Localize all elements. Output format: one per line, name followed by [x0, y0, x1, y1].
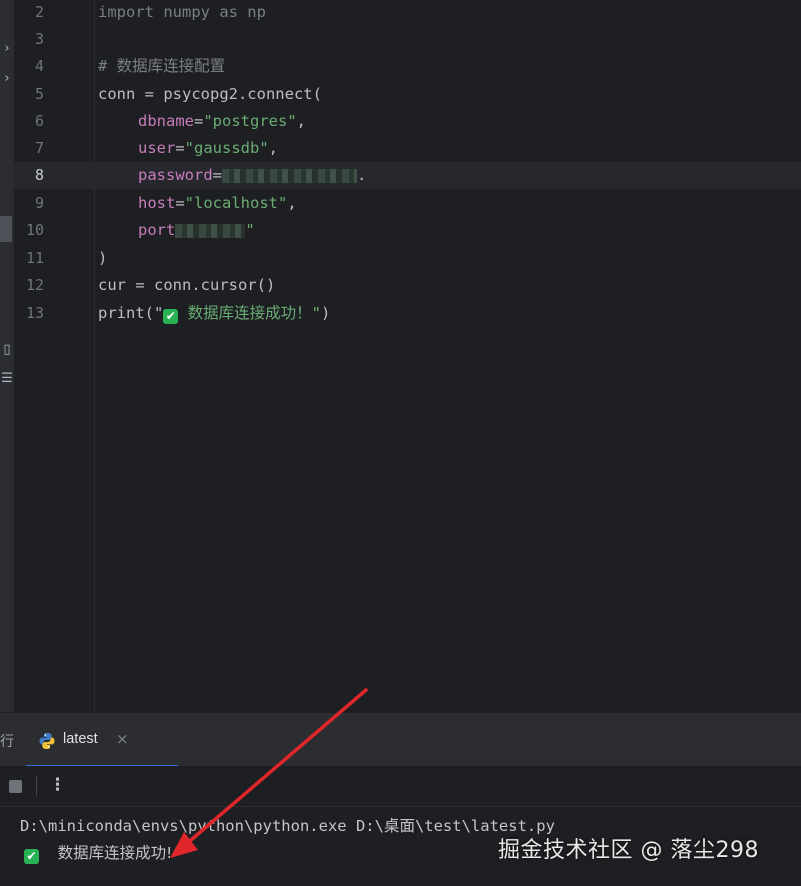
- string-literal: "localhost": [184, 194, 288, 212]
- line-number: 6: [34, 112, 44, 130]
- tab-run-label[interactable]: 行: [0, 731, 14, 751]
- chevron-right-icon[interactable]: ›: [0, 72, 14, 86]
- ide-window: › › ▯ ☰ 2 import numpy as np 3 4 # 数据库连接…: [0, 0, 801, 886]
- tab-label: latest: [63, 731, 98, 747]
- close-icon[interactable]: ×: [116, 730, 129, 748]
- tab-latest[interactable]: latest ×: [26, 713, 178, 767]
- code-text: import numpy as np: [98, 3, 266, 21]
- param-name: host: [138, 194, 176, 212]
- line-number: 8: [34, 166, 44, 184]
- code-text: port ": [138, 217, 255, 244]
- code-line: 3: [14, 26, 801, 53]
- run-toolbar: ⋮: [0, 766, 801, 807]
- python-icon: [39, 733, 55, 749]
- operator: =: [194, 112, 204, 130]
- punctuation: ,: [287, 194, 297, 212]
- function-call: print(": [98, 304, 164, 322]
- scroll-marker: [0, 216, 12, 242]
- code-text: password=.: [138, 162, 366, 189]
- code-line: 13 print(" ✔ 数据库连接成功！"): [14, 300, 801, 327]
- check-mark-icon: ✔: [163, 309, 179, 324]
- code-text: host="localhost",: [138, 190, 297, 217]
- code-text: dbname="postgres",: [138, 108, 306, 135]
- string-literal: "gaussdb": [184, 139, 269, 157]
- line-number: 10: [25, 221, 44, 239]
- string-literal: "postgres": [203, 112, 297, 130]
- more-options-icon[interactable]: ⋮: [49, 775, 66, 795]
- line-number: 7: [34, 139, 44, 157]
- code-text: user="gaussdb",: [138, 135, 278, 162]
- code-text: cur = conn.cursor(): [98, 276, 276, 294]
- run-panel-tabbar: 行 latest ×: [0, 712, 801, 767]
- code-line-current: 8 password=.: [14, 162, 801, 189]
- code-line: 12 cur = conn.cursor(): [14, 272, 801, 299]
- check-mark-icon: ✔: [24, 849, 39, 864]
- line-number: 4: [34, 57, 44, 75]
- console-output-text: 数据库连接成功!: [57, 844, 173, 862]
- code-text: conn = psycopg2.connect(: [98, 85, 322, 103]
- chevron-right-icon[interactable]: ›: [0, 42, 14, 56]
- param-name: user: [138, 139, 176, 157]
- code-line: 5 conn = psycopg2.connect(: [14, 81, 801, 108]
- code-line: 4 # 数据库连接配置: [14, 53, 801, 80]
- console-command: D:\miniconda\envs\python\python.exe D:\桌…: [20, 817, 555, 835]
- bookmarks-icon[interactable]: ▯: [0, 343, 14, 357]
- code-line: 2 import numpy as np: [14, 0, 801, 26]
- toolbar-divider: [36, 776, 37, 796]
- structure-icon[interactable]: ☰: [0, 372, 14, 386]
- operator: =: [175, 194, 185, 212]
- line-number: 11: [25, 249, 44, 267]
- code-comment: # 数据库连接配置: [98, 57, 226, 75]
- code-line: 9 host="localhost",: [14, 190, 801, 217]
- watermark-text: 掘金技术社区 @ 落尘298: [498, 838, 759, 863]
- operator: =: [175, 139, 185, 157]
- param-name: port: [138, 221, 176, 239]
- stop-icon[interactable]: [9, 780, 22, 793]
- code-text: print(" ✔ 数据库连接成功！"): [98, 300, 330, 327]
- code-line: 7 user="gaussdb",: [14, 135, 801, 162]
- left-tool-strip: › › ▯ ☰: [0, 0, 14, 712]
- redacted-value: [222, 168, 357, 183]
- code-editor[interactable]: 2 import numpy as np 3 4 # 数据库连接配置 5 con…: [14, 0, 801, 712]
- punctuation: ): [321, 304, 331, 322]
- code-line: 10 port ": [14, 217, 801, 244]
- punctuation: .: [357, 166, 367, 184]
- console-output: ✔ 数据库连接成功!: [24, 841, 172, 864]
- string-literal: ": [245, 221, 255, 239]
- param-name: dbname: [138, 112, 194, 130]
- line-number: 2: [34, 3, 44, 21]
- code-line: 11 ): [14, 245, 801, 272]
- operator: =: [212, 166, 222, 184]
- punctuation: ,: [268, 139, 279, 157]
- line-number: 9: [34, 194, 44, 212]
- line-number: 3: [34, 30, 44, 48]
- line-number: 12: [25, 276, 44, 294]
- code-line: 6 dbname="postgres",: [14, 108, 801, 135]
- line-number: 13: [25, 304, 44, 322]
- line-number: 5: [34, 85, 44, 103]
- string-literal: 数据库连接成功！": [178, 304, 321, 322]
- punctuation: ,: [296, 112, 307, 130]
- param-name: password: [138, 166, 213, 184]
- code-text: ): [98, 249, 108, 267]
- redacted-value: [175, 223, 246, 238]
